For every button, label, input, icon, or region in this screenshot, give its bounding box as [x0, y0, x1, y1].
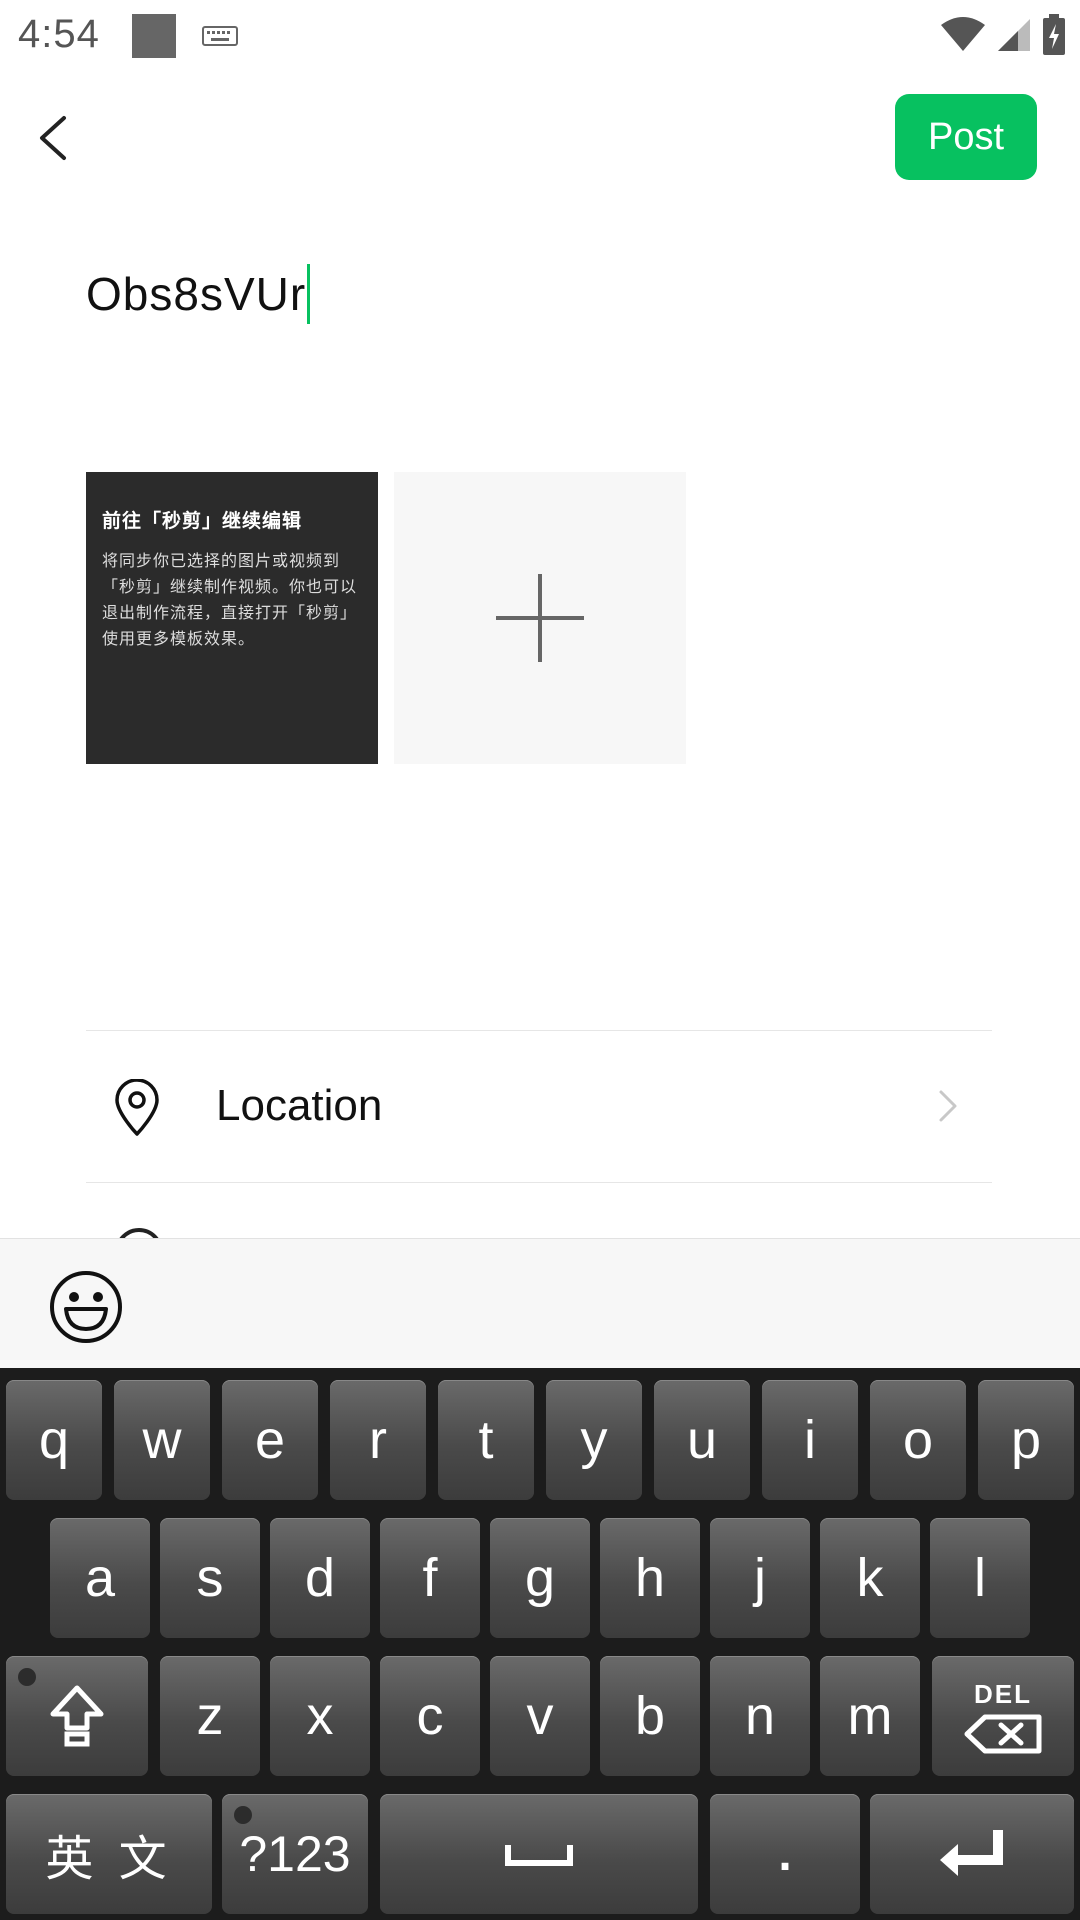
- space-bar-icon: [505, 1845, 573, 1866]
- battery-icon: [1043, 14, 1065, 55]
- key-k[interactable]: k: [820, 1518, 920, 1638]
- back-button[interactable]: [28, 100, 108, 180]
- key-q[interactable]: q: [6, 1380, 102, 1500]
- key-n[interactable]: n: [710, 1656, 810, 1776]
- soft-keyboard: q w e r t y u i o p a s d f g h j k l z …: [0, 1368, 1080, 1920]
- key-o[interactable]: o: [870, 1380, 966, 1500]
- delete-key[interactable]: DEL: [932, 1656, 1074, 1776]
- emoji-face-icon[interactable]: [48, 1269, 124, 1345]
- enter-key[interactable]: [870, 1794, 1074, 1914]
- symbols-key-label: ?123: [239, 1826, 351, 1882]
- key-w[interactable]: w: [114, 1380, 210, 1500]
- media-thumbnail-title: 前往「秒剪」继续编辑: [102, 511, 303, 532]
- chevron-right-icon: [939, 1090, 957, 1122]
- emoji-bar: [0, 1238, 1080, 1368]
- key-j[interactable]: j: [710, 1518, 810, 1638]
- wifi-icon: [941, 17, 985, 51]
- plus-icon: [496, 574, 584, 662]
- backspace-icon: [964, 1714, 1042, 1753]
- screen: 4:54 Post Obs8sVUr 前往「秒剪」继续编辑 将同步你已选择的图片…: [0, 0, 1080, 1920]
- status-icons: [940, 14, 1066, 56]
- location-pin-icon: [115, 1079, 159, 1136]
- language-key[interactable]: 英 文: [6, 1794, 212, 1914]
- delete-key-label: DEL: [974, 1678, 1032, 1709]
- media-thumbnail-body: 将同步你已选择的图片或视频到「秒剪」继续制作视频。你也可以退出制作流程，直接打开…: [102, 553, 358, 648]
- key-r[interactable]: r: [330, 1380, 426, 1500]
- key-g[interactable]: g: [490, 1518, 590, 1638]
- key-b[interactable]: b: [600, 1656, 700, 1776]
- divider: [86, 1182, 992, 1183]
- symbols-key[interactable]: ?123: [222, 1794, 368, 1914]
- key-v[interactable]: v: [490, 1656, 590, 1776]
- signal-icon: [998, 19, 1030, 51]
- key-c[interactable]: c: [380, 1656, 480, 1776]
- period-key[interactable]: .: [710, 1794, 860, 1914]
- post-text-value: Obs8sVUr: [86, 268, 307, 320]
- status-time: 4:54: [18, 12, 100, 56]
- shift-key[interactable]: [6, 1656, 148, 1776]
- key-t[interactable]: t: [438, 1380, 534, 1500]
- keyboard-status-icon: [202, 26, 238, 46]
- key-l[interactable]: l: [930, 1518, 1030, 1638]
- key-u[interactable]: u: [654, 1380, 750, 1500]
- location-row[interactable]: Location: [86, 1031, 992, 1183]
- key-m[interactable]: m: [820, 1656, 920, 1776]
- location-label: Location: [216, 1081, 383, 1130]
- key-i[interactable]: i: [762, 1380, 858, 1500]
- status-bar: 4:54: [0, 0, 1080, 78]
- key-e[interactable]: e: [222, 1380, 318, 1500]
- key-y[interactable]: y: [546, 1380, 642, 1500]
- media-thumbnail[interactable]: 前往「秒剪」继续编辑 将同步你已选择的图片或视频到「秒剪」继续制作视频。你也可以…: [86, 472, 378, 764]
- back-arrow-icon: [40, 116, 66, 160]
- post-button[interactable]: Post: [895, 94, 1037, 180]
- shift-arrow-icon: [50, 1685, 104, 1747]
- text-caret: [307, 264, 311, 324]
- key-x[interactable]: x: [270, 1656, 370, 1776]
- key-p[interactable]: p: [978, 1380, 1074, 1500]
- key-f[interactable]: f: [380, 1518, 480, 1638]
- key-indicator-dot: [234, 1806, 252, 1824]
- notification-icon: [132, 14, 176, 58]
- space-key[interactable]: [380, 1794, 698, 1914]
- key-s[interactable]: s: [160, 1518, 260, 1638]
- key-d[interactable]: d: [270, 1518, 370, 1638]
- post-text-input[interactable]: Obs8sVUr: [86, 264, 311, 324]
- key-z[interactable]: z: [160, 1656, 260, 1776]
- key-h[interactable]: h: [600, 1518, 700, 1638]
- enter-arrow-icon: [940, 1830, 1003, 1876]
- key-indicator-dot: [18, 1668, 36, 1686]
- key-a[interactable]: a: [50, 1518, 150, 1638]
- add-media-button[interactable]: [394, 472, 686, 764]
